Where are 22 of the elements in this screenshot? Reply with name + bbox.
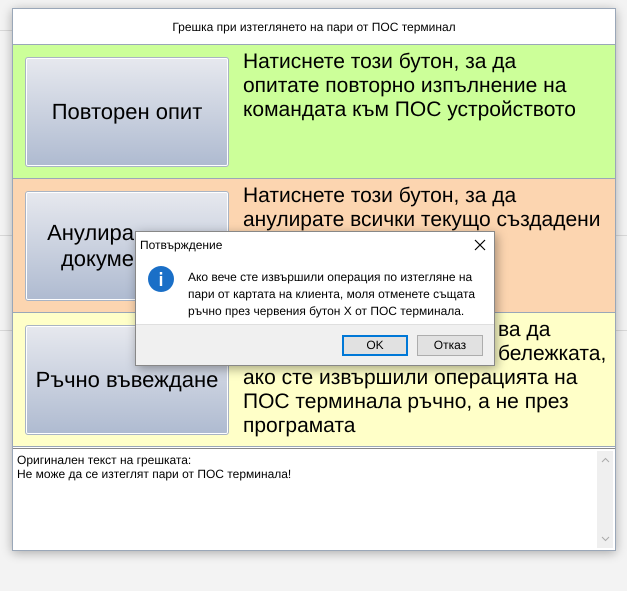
error-text-area[interactable]: Оригинален текст на грешката: Не може да се изтеглят пари от ПОС терминала! — [13, 448, 615, 550]
option-description: програмата — [243, 414, 356, 438]
scrollbar[interactable] — [597, 451, 613, 548]
dialog-title: Потвърждение — [140, 238, 222, 252]
scroll-down-icon[interactable] — [600, 536, 610, 542]
dialog-button[interactable]: OK — [342, 334, 408, 356]
option-description: ПОС терминала ръчно, а не през — [243, 390, 569, 414]
info-icon — [148, 266, 174, 292]
scroll-up-icon[interactable] — [600, 457, 610, 463]
option-description: Натиснете този бутон, за да — [243, 184, 516, 208]
error-text-line: Оригинален текст на грешката: — [17, 453, 192, 467]
option-description: анулирате всички текущо създадени — [243, 208, 600, 232]
close-icon[interactable] — [474, 239, 486, 251]
option-description: командата към ПОС устройството — [243, 98, 576, 122]
option-description: Натиснете този бутон, за да — [243, 50, 516, 74]
option-description: бележката, — [498, 342, 606, 366]
dialog-button[interactable]: Отказ — [417, 334, 483, 356]
option-description: опитате повторно изпълнение на — [243, 74, 566, 98]
option-description: ако сте извършили операцията на — [243, 366, 578, 390]
error-text-line: Не може да се изтеглят пари от ПОС терминала! — [17, 467, 292, 481]
option-description: ва да — [498, 318, 550, 342]
option-button[interactable]: Повторен опит — [25, 57, 229, 167]
